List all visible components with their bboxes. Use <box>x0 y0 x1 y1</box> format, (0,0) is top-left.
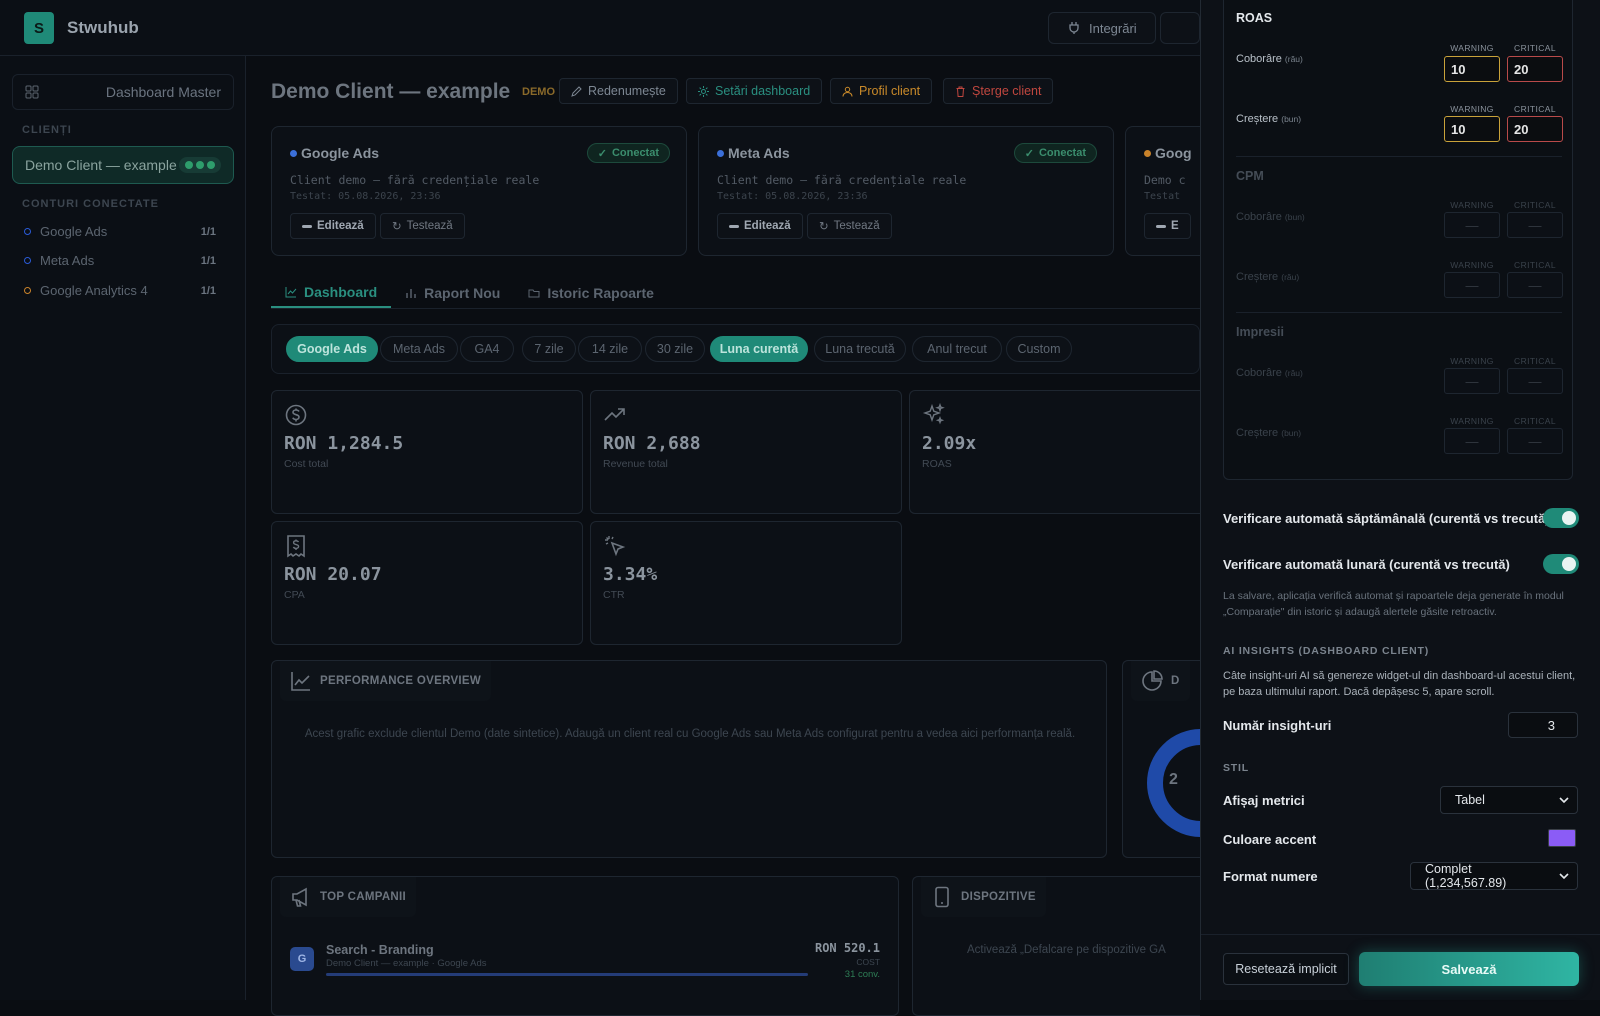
roas-increase-warning-input[interactable]: 10 <box>1444 116 1500 142</box>
threshold-group-title: Impresii <box>1236 325 1284 339</box>
row-label: Coborâre <box>1236 211 1282 223</box>
threshold-row-label: Creștere (bun) <box>1236 113 1301 125</box>
impressions-decrease-warning-input[interactable]: — <box>1444 368 1500 394</box>
row-label: Coborâre <box>1236 53 1282 65</box>
warning-caption: WARNING <box>1450 356 1494 366</box>
number-format-value: Complet (1,234,567.89) <box>1425 862 1507 890</box>
modal-backdrop[interactable] <box>0 0 1200 1000</box>
weekly-check-label: Verificare automată săptămânală (curentă… <box>1223 510 1550 526</box>
drawer-footer: Resetează implicit Salvează <box>1201 934 1600 1000</box>
roas-increase-critical-input[interactable]: 20 <box>1507 116 1563 142</box>
threshold-group-title: CPM <box>1236 169 1264 183</box>
critical-caption: CRITICAL <box>1514 200 1556 210</box>
cpm-decrease-critical-input[interactable]: — <box>1507 212 1563 238</box>
reset-defaults-button[interactable]: Resetează implicit <box>1223 953 1349 985</box>
metrics-display-label: Afișaj metrici <box>1223 792 1305 808</box>
warning-caption: WARNING <box>1450 43 1494 53</box>
warning-caption: WARNING <box>1450 200 1494 210</box>
chevron-down-icon <box>1545 869 1569 883</box>
insights-count-label: Număr insight-uri <box>1223 717 1332 733</box>
warning-caption: WARNING <box>1450 260 1494 270</box>
row-hint: (bun) <box>1281 114 1302 124</box>
row-label: Creștere <box>1236 271 1279 283</box>
accent-color-picker[interactable] <box>1548 829 1576 847</box>
critical-caption: CRITICAL <box>1514 416 1556 426</box>
roas-decrease-warning-input[interactable]: 10 <box>1444 56 1500 82</box>
impressions-increase-warning-input[interactable]: — <box>1444 428 1500 454</box>
save-info-note: La salvare, aplicația verifică automat ș… <box>1223 590 1564 618</box>
impressions-decrease-critical-input[interactable]: — <box>1507 368 1563 394</box>
threshold-row-label: Coborâre (rău) <box>1236 53 1303 65</box>
monthly-check-toggle[interactable] <box>1543 554 1579 574</box>
insights-count-input[interactable]: 3 <box>1508 712 1578 738</box>
critical-caption: CRITICAL <box>1514 356 1556 366</box>
accent-color-row: Culoare accent <box>1223 828 1579 850</box>
row-hint: (rău) <box>1281 272 1300 282</box>
number-format-select[interactable]: Complet (1,234,567.89) <box>1410 862 1578 890</box>
row-hint: (bun) <box>1284 212 1305 222</box>
impressions-increase-critical-input[interactable]: — <box>1507 428 1563 454</box>
cpm-decrease-warning-input[interactable]: — <box>1444 212 1500 238</box>
number-format-label: Format numere <box>1223 868 1318 884</box>
warning-caption: WARNING <box>1450 104 1494 114</box>
row-label: Creștere <box>1236 113 1279 125</box>
warning-caption: WARNING <box>1450 416 1494 426</box>
style-section-title: STIL <box>1223 762 1249 774</box>
critical-caption: CRITICAL <box>1514 43 1556 53</box>
row-hint: (rău) <box>1284 368 1303 378</box>
row-hint: (bun) <box>1281 428 1302 438</box>
critical-caption: CRITICAL <box>1514 104 1556 114</box>
metrics-display-select[interactable]: Tabel <box>1440 786 1578 814</box>
threshold-group-title: ROAS <box>1236 11 1273 25</box>
metrics-display-value: Tabel <box>1455 793 1485 807</box>
save-button[interactable]: Salvează <box>1359 952 1579 986</box>
row-hint: (rău) <box>1284 54 1303 64</box>
weekly-check-toggle[interactable] <box>1543 508 1579 528</box>
row-label: Coborâre <box>1236 367 1282 379</box>
dashboard-settings-drawer: ROAS WARNING CRITICAL Coborâre (rău) 10 … <box>1200 0 1600 1000</box>
threshold-row-label: Creștere (rău) <box>1236 271 1299 283</box>
critical-caption: CRITICAL <box>1514 260 1556 270</box>
threshold-row-label: Coborâre (rău) <box>1236 367 1303 379</box>
chevron-down-icon <box>1545 793 1569 807</box>
threshold-row-label: Coborâre (bun) <box>1236 211 1305 223</box>
roas-decrease-critical-input[interactable]: 20 <box>1507 56 1563 82</box>
cpm-increase-warning-input[interactable]: — <box>1444 272 1500 298</box>
ai-insights-note: Câte insight-uri AI să genereze widget-u… <box>1223 670 1576 698</box>
ai-insights-section-title: AI INSIGHTS (DASHBOARD CLIENT) <box>1223 645 1429 657</box>
cpm-increase-critical-input[interactable]: — <box>1507 272 1563 298</box>
row-label: Creștere <box>1236 427 1279 439</box>
group-divider <box>1236 156 1562 157</box>
accent-color-label: Culoare accent <box>1223 831 1317 847</box>
alert-thresholds-box: ROAS WARNING CRITICAL Coborâre (rău) 10 … <box>1223 0 1573 480</box>
threshold-row-label: Creștere (bun) <box>1236 427 1301 439</box>
monthly-check-row: Verificare automată lunară (curentă vs t… <box>1223 552 1579 576</box>
weekly-check-row: Verificare automată săptămânală (curentă… <box>1223 506 1579 530</box>
group-divider <box>1236 312 1562 313</box>
monthly-check-label: Verificare automată lunară (curentă vs t… <box>1223 556 1510 572</box>
